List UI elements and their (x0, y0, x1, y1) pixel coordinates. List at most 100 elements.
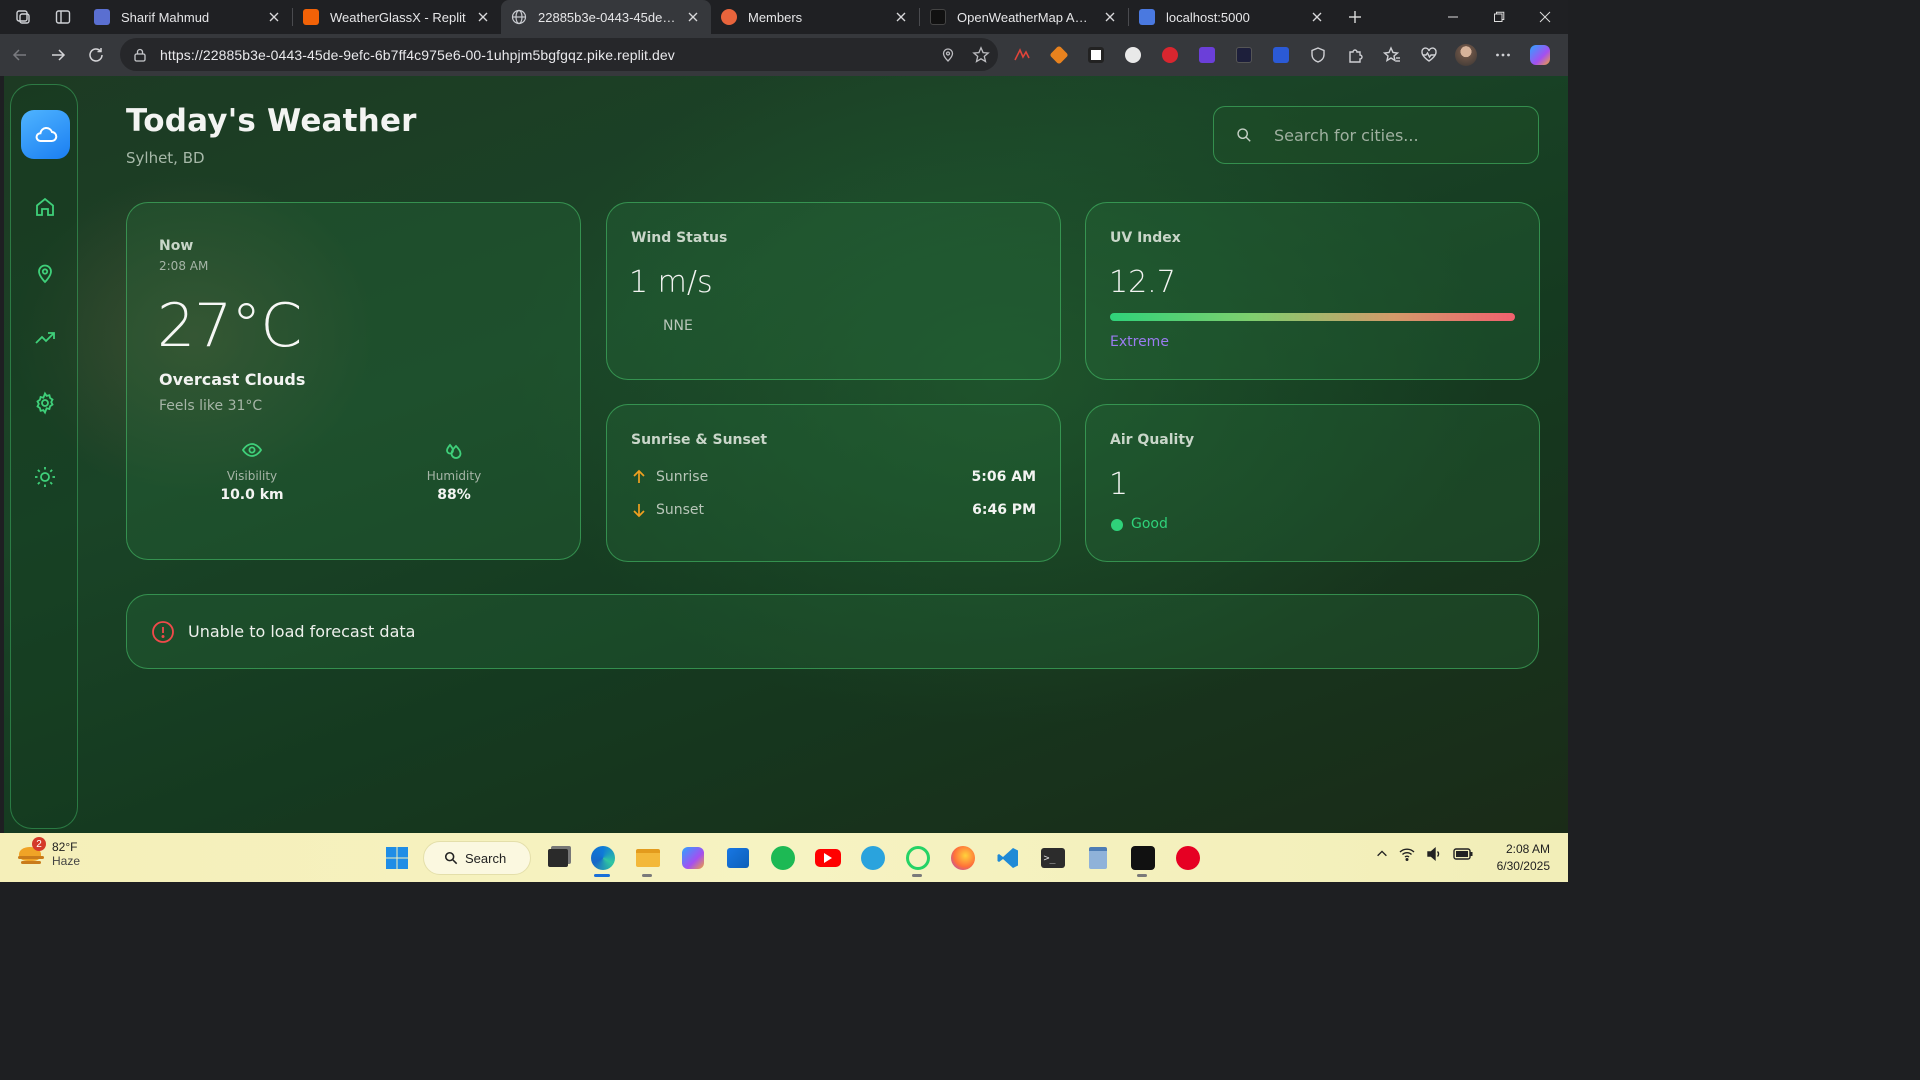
extension-icon[interactable] (1121, 43, 1145, 67)
url-text: https://22885b3e-0443-45de-9efc-6b7ff4c9… (160, 46, 675, 63)
extension-icon[interactable] (1010, 43, 1034, 67)
copilot-taskbar-icon[interactable] (674, 840, 711, 877)
workspaces-icon[interactable] (14, 8, 32, 26)
tab-favicon (721, 9, 737, 25)
shield-icon[interactable] (1306, 43, 1330, 67)
weather-condition-taskbar: Haze (52, 854, 81, 868)
arrow-up-icon (631, 469, 647, 485)
extension-icon[interactable] (1232, 43, 1256, 67)
file-explorer-icon[interactable] (629, 840, 666, 877)
whatsapp-icon[interactable] (899, 840, 936, 877)
extension-icon[interactable] (1195, 43, 1219, 67)
arrow-down-icon (631, 502, 647, 518)
plus-icon (1349, 11, 1361, 23)
gear-icon[interactable] (33, 391, 57, 415)
store-icon[interactable] (719, 840, 756, 877)
more-options-icon[interactable] (1491, 43, 1515, 67)
sunrise-time: 5:06 AM (971, 469, 1036, 485)
terminal-icon[interactable]: >_ (1034, 840, 1071, 877)
system-clock[interactable]: 2:08 AM 6/30/2025 (1497, 841, 1550, 875)
edge-icon[interactable] (584, 840, 621, 877)
notepad-icon[interactable] (1079, 840, 1116, 877)
eye-icon (241, 439, 263, 461)
forward-button[interactable] (40, 37, 76, 73)
air-quality-label: Air Quality (1110, 432, 1195, 448)
tab-openweathermap[interactable]: OpenWeatherMap API — F (920, 0, 1128, 34)
extension-icon[interactable] (1158, 43, 1182, 67)
browser-tab-bar: Sharif Mahmud WeatherGlassX - Replit 228… (0, 0, 1568, 34)
weather-widget[interactable]: 2 82°F Haze (16, 837, 81, 869)
heart-pulse-icon[interactable] (1417, 43, 1441, 67)
new-tab-button[interactable] (1335, 0, 1375, 34)
extension-icon[interactable] (1269, 43, 1293, 67)
tab-title: OpenWeatherMap API — F (957, 9, 1096, 25)
running-indicator (912, 873, 922, 877)
wifi-icon[interactable] (1398, 845, 1416, 863)
refresh-icon (89, 48, 103, 62)
chevron-up-icon[interactable] (1375, 847, 1389, 861)
close-tab-icon[interactable] (685, 9, 701, 25)
tab-sharif-mahmud[interactable]: Sharif Mahmud (84, 0, 292, 34)
favorite-star-icon (972, 45, 990, 63)
tab-members[interactable]: Members (711, 0, 919, 34)
trending-up-icon[interactable] (33, 326, 57, 350)
search-input[interactable] (1274, 125, 1514, 145)
tab-title: Sharif Mahmud (121, 9, 210, 25)
battery-icon[interactable] (1452, 845, 1474, 863)
taskbar-apps: Search >_ (378, 838, 1206, 878)
back-button[interactable] (2, 37, 38, 73)
firefox-icon[interactable] (944, 840, 981, 877)
weather-alert-badge: 2 (32, 837, 46, 851)
home-icon[interactable] (33, 195, 57, 219)
volume-icon[interactable] (1425, 845, 1443, 863)
sunset-time: 6:46 PM (972, 502, 1036, 518)
extension-icon[interactable] (1084, 43, 1108, 67)
uv-index-bar (1110, 313, 1515, 321)
start-button[interactable] (378, 840, 415, 877)
vertical-tabs-icon[interactable] (54, 8, 72, 26)
app-icon[interactable] (1124, 840, 1161, 877)
close-tab-icon[interactable] (266, 9, 282, 25)
sunrise-sunset-card: Sunrise & Sunset Sunrise 5:06 AM Sunset … (606, 404, 1061, 562)
pinterest-icon[interactable] (1169, 840, 1206, 877)
spotify-icon[interactable] (764, 840, 801, 877)
tab-bar-actions (0, 0, 84, 34)
restore-button[interactable] (1476, 0, 1522, 34)
tab-replit-dev-active[interactable]: 22885b3e-0443-45de-9efc (501, 0, 711, 34)
alert-circle-icon (151, 620, 175, 644)
metamask-icon[interactable] (1047, 43, 1071, 67)
sunset-label: Sunset (656, 502, 705, 518)
close-tab-icon[interactable] (1309, 9, 1325, 25)
close-tab-icon[interactable] (1102, 9, 1118, 25)
uv-index-value: 12.7 (1109, 265, 1176, 300)
minimize-button[interactable] (1430, 0, 1476, 34)
location-subtitle: Sylhet, BD (126, 149, 205, 167)
tab-favicon (94, 9, 110, 25)
refresh-button[interactable] (78, 37, 114, 73)
close-window-button[interactable] (1522, 0, 1568, 34)
close-tab-icon[interactable] (475, 9, 491, 25)
youtube-icon[interactable] (809, 840, 846, 877)
uv-index-label: UV Index (1110, 230, 1181, 246)
cloud-logo-icon[interactable] (21, 110, 70, 159)
sun-icon[interactable] (33, 465, 57, 489)
favorites-icon[interactable] (1380, 43, 1404, 67)
puzzle-icon[interactable] (1343, 43, 1367, 67)
running-indicator (594, 873, 610, 877)
wind-direction: NNE (663, 318, 693, 334)
weather-haze-icon: 2 (16, 837, 46, 869)
tab-weatherglassx-replit[interactable]: WeatherGlassX - Replit (293, 0, 501, 34)
sunset-row: Sunset 6:46 PM (631, 499, 1036, 521)
taskbar-search[interactable]: Search (423, 841, 531, 875)
tab-localhost[interactable]: localhost:5000 (1129, 0, 1335, 34)
vscode-icon[interactable] (989, 840, 1026, 877)
copilot-icon[interactable] (1528, 43, 1552, 67)
telegram-icon[interactable] (854, 840, 891, 877)
map-pin-icon[interactable] (33, 261, 57, 285)
task-view-icon[interactable] (539, 840, 576, 877)
close-tab-icon[interactable] (893, 9, 909, 25)
profile-avatar[interactable] (1454, 43, 1478, 67)
running-indicator (1137, 873, 1147, 877)
address-bar[interactable]: https://22885b3e-0443-45de-9efc-6b7ff4c9… (120, 38, 998, 71)
weather-app: Today's Weather Sylhet, BD Now 2:08 AM 2… (4, 76, 1568, 833)
